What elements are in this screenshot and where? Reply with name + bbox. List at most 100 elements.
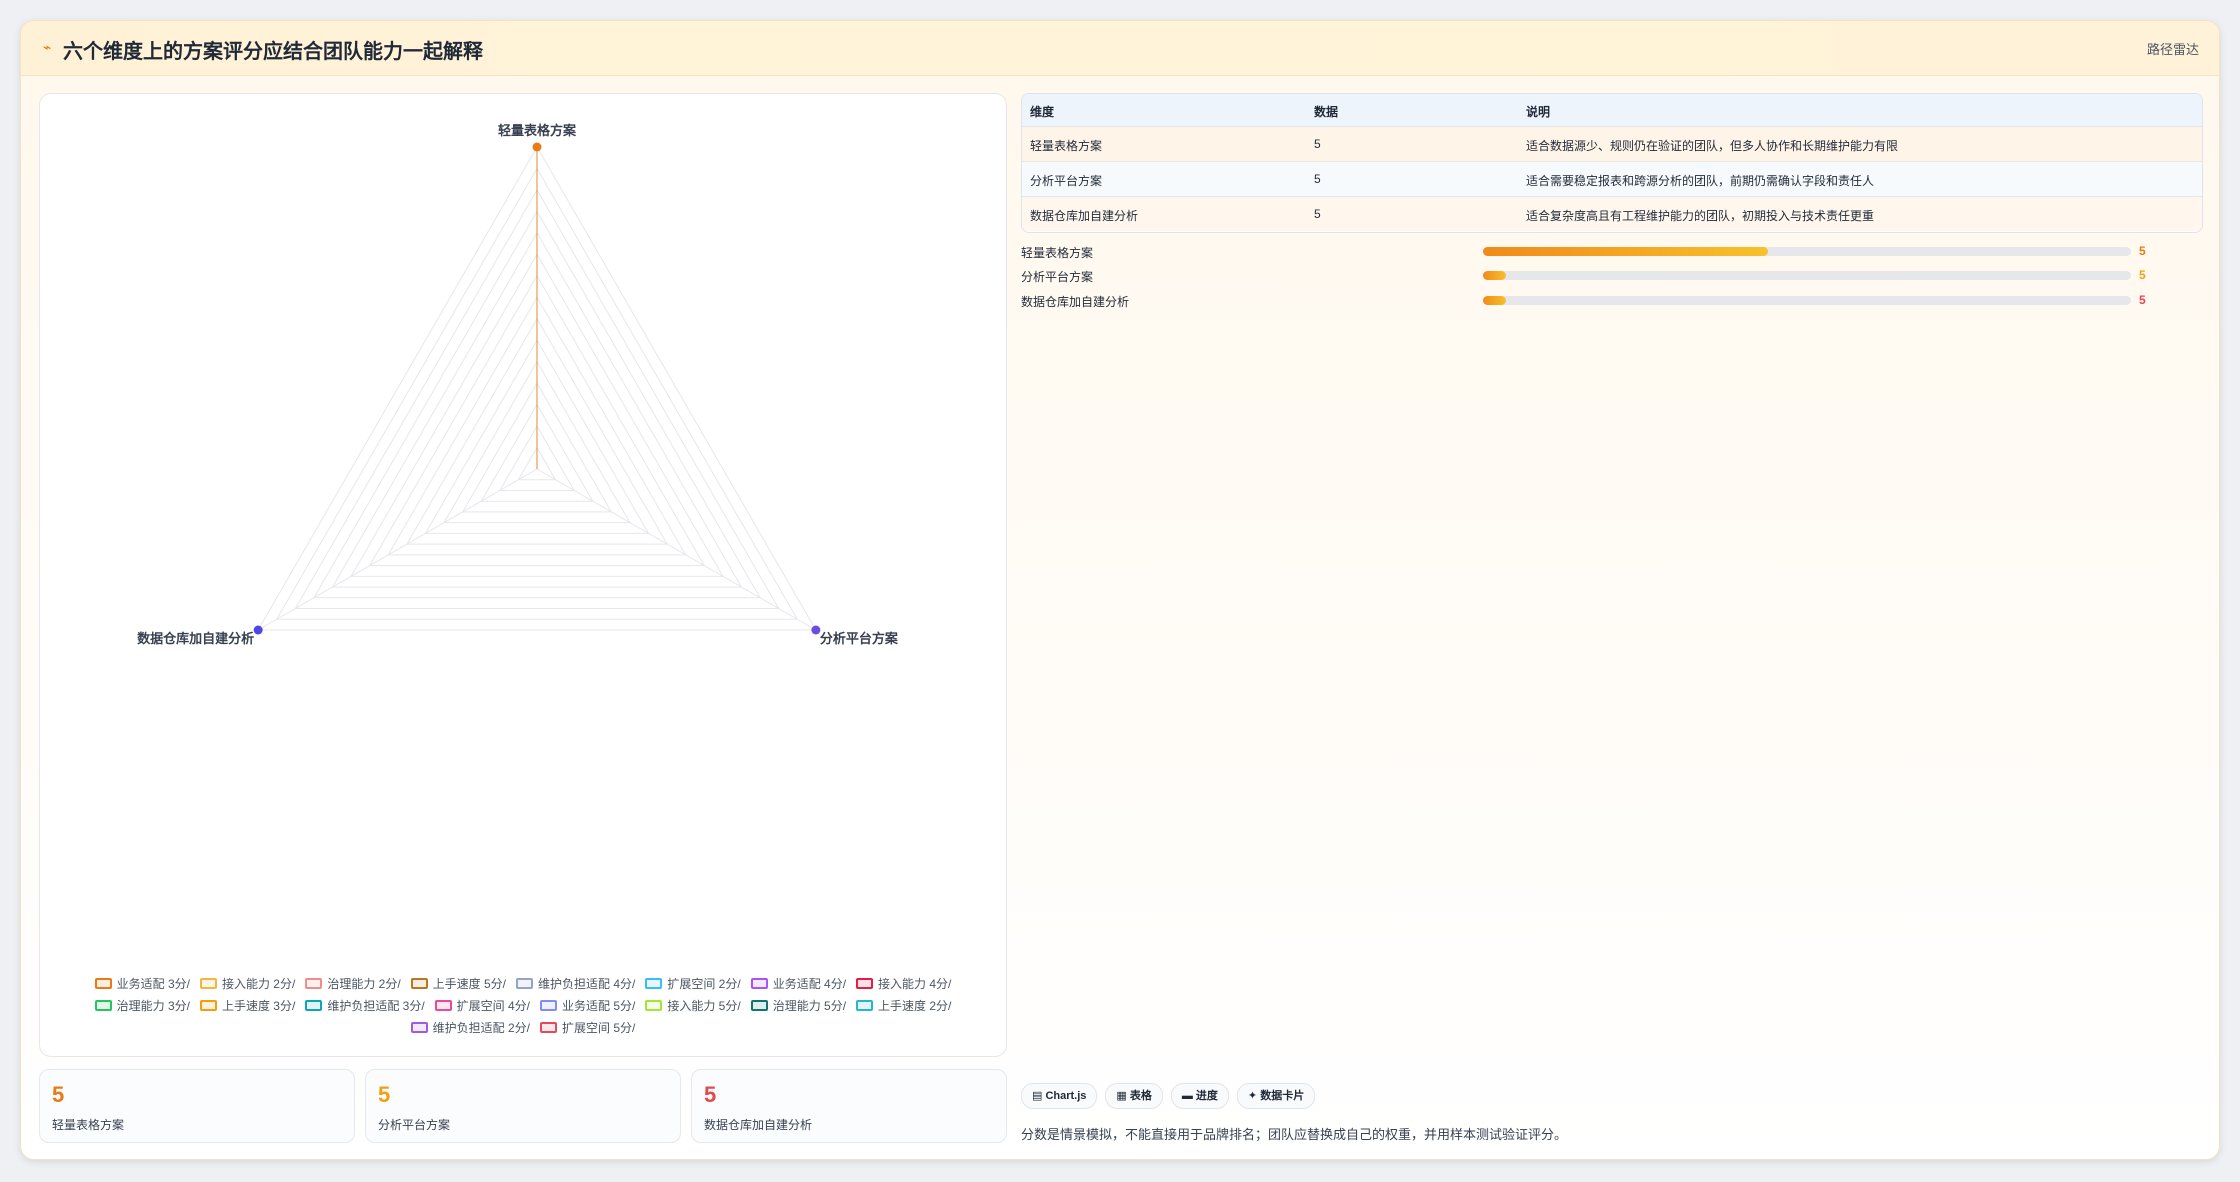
kpi-value: 5: [378, 1082, 391, 1107]
progress-value: 5: [2139, 244, 2146, 258]
radar-chart: 轻量表格方案分析平台方案 数据仓库加自建分析: [137, 123, 899, 646]
legend-label: 上手速度 2分/: [878, 998, 952, 1013]
table-row: 分析平台方案 5 适合需要稳定报表和跨源分析的团队，前期仍需确认字段和责任人: [1022, 161, 2202, 196]
kpi-card: 5 数据仓库加自建分析: [691, 1069, 1007, 1143]
legend-item[interactable]: 维护负担适配 4分/: [516, 974, 635, 992]
table-cell: 适合需要稳定报表和跨源分析的团队，前期仍需确认字段和责任人: [1526, 174, 1875, 188]
progress-view-button[interactable]: ▬ 进度: [1170, 1083, 1229, 1109]
view-toggle-group: ▤ Chart.js ▦ 表格 ▬ 进度 ✦ 数据卡片: [1021, 1083, 1323, 1109]
legend-label: 治理能力 3分/: [116, 998, 190, 1013]
kpi-label: 数据仓库加自建分析: [704, 1118, 813, 1132]
legend-swatch: [410, 977, 428, 989]
data-card-view-button[interactable]: ✦ 数据卡片: [1236, 1083, 1316, 1109]
dashboard-card: ⌁ 六个维度上的方案评分应结合团队能力一起解释 路径雷达 轻量表格方案分析平台方…: [20, 20, 2220, 1160]
table-header: 维度 数据 说明: [1022, 94, 2202, 126]
column-header: 数据: [1314, 105, 1339, 119]
progress-label: 分析平台方案: [1021, 270, 1094, 284]
table-cell: 适合数据源少、规则仍在验证的团队，但多人协作和长期维护能力有限: [1526, 139, 1899, 153]
table-view-button[interactable]: ▦ 表格: [1105, 1083, 1163, 1109]
legend-label: 业务适配 3分/: [116, 976, 190, 991]
radar-panel: 轻量表格方案分析平台方案 数据仓库加自建分析 业务适配 3分/接入能力 2分/治理…: [39, 93, 1007, 1057]
legend-item[interactable]: 业务适配 5分/: [540, 996, 635, 1014]
legend-item[interactable]: 扩展空间 5分/: [540, 1018, 635, 1036]
legend-label: 治理能力 5分/: [772, 998, 847, 1013]
kpi-card: 5 分析平台方案: [365, 1069, 681, 1143]
progress-row: 分析平台方案 5: [1021, 267, 2201, 284]
legend-label: 接入能力 4分/: [878, 976, 952, 991]
table-row: 数据仓库加自建分析 5 适合复杂度高且有工程维护能力的团队，初期投入与技术责任更…: [1022, 196, 2202, 231]
kpi-value: 5: [52, 1082, 65, 1107]
progress-row: 数据仓库加自建分析 5: [1021, 292, 2201, 309]
legend-item[interactable]: 上手速度 2分/: [856, 996, 951, 1014]
legend-swatch: [94, 977, 112, 989]
legend-swatch: [199, 999, 217, 1011]
legend-item[interactable]: 治理能力 3分/: [94, 996, 190, 1014]
chart-legend: 业务适配 3分/接入能力 2分/治理能力 2分/上手速度 5分/维护负担适配 4…: [60, 974, 986, 1036]
progress-track: [1483, 271, 2131, 280]
legend-label: 接入能力 5分/: [667, 998, 741, 1013]
header: ⌁ 六个维度上的方案评分应结合团队能力一起解释 路径雷达: [21, 21, 2219, 76]
legend-item[interactable]: 维护负担适配 2分/: [410, 1018, 530, 1036]
legend-swatch: [540, 1021, 557, 1033]
legend-swatch: [516, 977, 533, 989]
legend-label: 维护负担适配 4分/: [538, 976, 636, 991]
progress-track: [1483, 296, 2131, 305]
data-table: 维度 数据 说明 轻量表格方案 5 适合数据源少、规则仍在验证的团队，但多人协作…: [1021, 93, 2203, 233]
legend-swatch: [305, 999, 323, 1011]
table-row: 轻量表格方案 5 适合数据源少、规则仍在验证的团队，但多人协作和长期维护能力有限: [1022, 126, 2202, 161]
radar-axis-label: 数据仓库加自建分析: [137, 631, 254, 646]
page-title: 六个维度上的方案评分应结合团队能力一起解释: [63, 41, 483, 63]
legend-label: 扩展空间 5分/: [562, 1020, 636, 1035]
legend-item[interactable]: 接入能力 4分/: [856, 974, 951, 992]
kpi-card: 5 轻量表格方案: [39, 1069, 355, 1143]
pulse-icon: ⌁: [43, 39, 52, 55]
legend-item[interactable]: 扩展空间 4分/: [434, 996, 530, 1014]
legend-label: 维护负担适配 2分/: [432, 1020, 530, 1035]
legend-swatch: [856, 977, 874, 989]
legend-item[interactable]: 接入能力 2分/: [199, 974, 296, 992]
legend-label: 治理能力 2分/: [327, 976, 401, 991]
table-cell: 轻量表格方案: [1030, 139, 1103, 153]
progress-fill: [1483, 271, 1506, 280]
footnote: 分数是情景模拟，不能直接用于品牌排名；团队应替换成自己的权重，并用样本测试验证评…: [1021, 1127, 1568, 1142]
legend-item[interactable]: 业务适配 4分/: [750, 974, 847, 992]
legend-swatch: [305, 977, 323, 989]
legend-item[interactable]: 治理能力 2分/: [305, 974, 401, 992]
radar-data-point: [253, 625, 263, 635]
legend-swatch: [645, 977, 663, 989]
legend-swatch: [856, 999, 874, 1011]
progress-label: 数据仓库加自建分析: [1021, 295, 1130, 309]
kpi-label: 轻量表格方案: [52, 1118, 125, 1132]
legend-label: 接入能力 2分/: [221, 976, 296, 991]
radar-axis-label: 轻量表格方案: [498, 123, 577, 138]
legend-item[interactable]: 扩展空间 2分/: [645, 974, 741, 992]
legend-label: 业务适配 4分/: [772, 976, 847, 991]
progress-track: [1483, 247, 2131, 256]
kpi-label: 分析平台方案: [378, 1118, 451, 1132]
legend-item[interactable]: 业务适配 3分/: [94, 974, 190, 992]
radar-spoke: [257, 468, 538, 631]
chart-view-button[interactable]: ▤ Chart.js: [1021, 1083, 1098, 1109]
legend-swatch: [540, 999, 557, 1011]
table-cell: 数据仓库加自建分析: [1030, 209, 1139, 223]
radar-data-point: [532, 142, 542, 152]
legend-label: 上手速度 5分/: [432, 976, 506, 991]
legend-item[interactable]: 维护负担适配 3分/: [305, 996, 425, 1014]
legend-item[interactable]: 接入能力 5分/: [645, 996, 741, 1014]
radar-axis-label: 分析平台方案: [820, 631, 899, 646]
legend-item[interactable]: 上手速度 3分/: [199, 996, 296, 1014]
legend-label: 业务适配 5分/: [562, 998, 636, 1013]
column-header: 维度: [1030, 105, 1055, 119]
radar-spoke: [536, 468, 817, 631]
legend-swatch: [750, 977, 768, 989]
table-cell: 适合复杂度高且有工程维护能力的团队，初期投入与技术责任更重: [1526, 209, 1875, 223]
legend-label: 维护负担适配 3分/: [327, 998, 425, 1013]
progress-row: 轻量表格方案 5: [1021, 243, 2201, 260]
legend-label: 扩展空间 2分/: [667, 976, 741, 991]
legend-item[interactable]: 治理能力 5分/: [750, 996, 847, 1014]
legend-label: 上手速度 3分/: [221, 998, 296, 1013]
chart-type-tag: 路径雷达: [2146, 42, 2199, 57]
legend-item[interactable]: 上手速度 5分/: [410, 974, 506, 992]
table-cell: 5: [1314, 207, 1321, 221]
table-cell: 5: [1314, 137, 1321, 151]
